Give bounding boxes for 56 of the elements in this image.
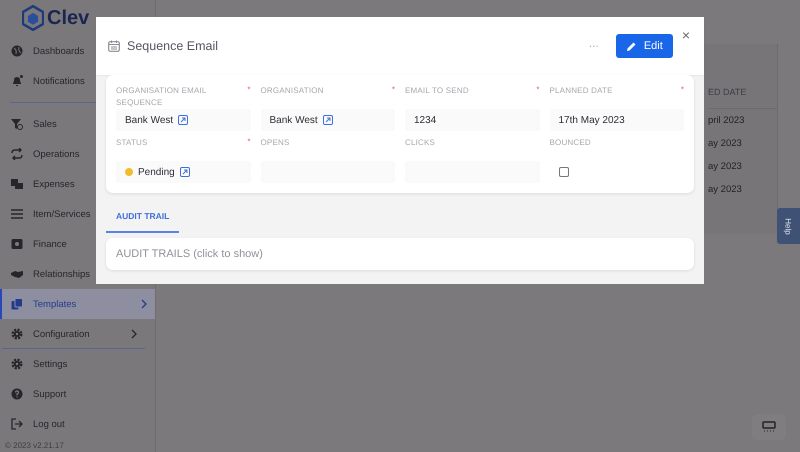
field-label: ORGANISATION EMAIL SEQUENCE (116, 85, 208, 109)
sidebar-item[interactable]: Support (0, 379, 155, 409)
calendar-icon (108, 40, 120, 52)
audit-trails-panel[interactable]: AUDIT TRAILS (click to show) (106, 238, 694, 270)
more-button[interactable]: ··· (578, 40, 609, 52)
checkbox[interactable] (558, 167, 568, 177)
value-text: 17th May 2023 (558, 114, 625, 126)
sidebar-item[interactable]: Log out (0, 409, 155, 439)
bell-icon (11, 75, 23, 87)
field-label: CLICKS (405, 137, 436, 149)
column-header: ED DATE (708, 84, 777, 109)
pencil-icon (626, 40, 637, 52)
table-cell-text: pril 2023 (708, 114, 746, 128)
field-label: ORGANISATION (260, 85, 324, 97)
field-label: STATUS (116, 137, 148, 149)
arrows-icon (11, 148, 23, 160)
value-text: Bank West (270, 114, 318, 126)
question-icon (11, 388, 23, 400)
external-link-icon[interactable] (322, 115, 333, 125)
tab[interactable]: AUDIT TRAIL (106, 207, 180, 233)
required-mark: * (247, 137, 250, 148)
funnel-icon (11, 118, 23, 130)
help-tab[interactable]: Help (777, 208, 800, 244)
table-cell-text: ay 2023 (708, 183, 743, 197)
sidebar-item[interactable]: Templates (0, 289, 155, 319)
logout-icon (11, 418, 23, 430)
table-cell-text: ay 2023 (708, 137, 743, 151)
value-text: Bank West (125, 114, 174, 126)
required-mark: * (680, 85, 684, 96)
external-link-icon[interactable] (180, 167, 190, 177)
field-label: EMAIL TO SEND (405, 85, 469, 97)
modal-title: Sequence Email (127, 39, 218, 53)
version-text: © 2023 v2.21.17 (4, 441, 65, 452)
copy-icon (11, 298, 23, 310)
field-label: PLANNED DATE (550, 85, 613, 97)
value-text: 1234 (414, 114, 436, 126)
value-text: Pending (138, 166, 175, 178)
cube-logo-icon (22, 5, 44, 31)
list-icon (11, 208, 23, 220)
external-link-icon[interactable] (178, 115, 188, 125)
sidebar-item[interactable]: Configuration (0, 319, 145, 349)
field-label: BOUNCED (550, 137, 591, 149)
globe-icon (11, 45, 23, 57)
required-mark: * (536, 85, 540, 96)
keyboard-button[interactable] (752, 414, 786, 440)
required-mark: * (392, 85, 395, 96)
table-cell-text: ay 2023 (708, 160, 743, 174)
sidebar-item[interactable]: Settings (0, 349, 155, 379)
close-button[interactable]: × (680, 27, 692, 43)
keyboard-icon (762, 421, 776, 433)
gear-icon (11, 358, 23, 370)
required-mark: * (247, 85, 250, 96)
gear-icon (11, 328, 23, 340)
field-label: OPENS (260, 137, 290, 149)
logo-text: Clev (47, 6, 90, 31)
edit-button[interactable]: Edit (616, 34, 673, 58)
